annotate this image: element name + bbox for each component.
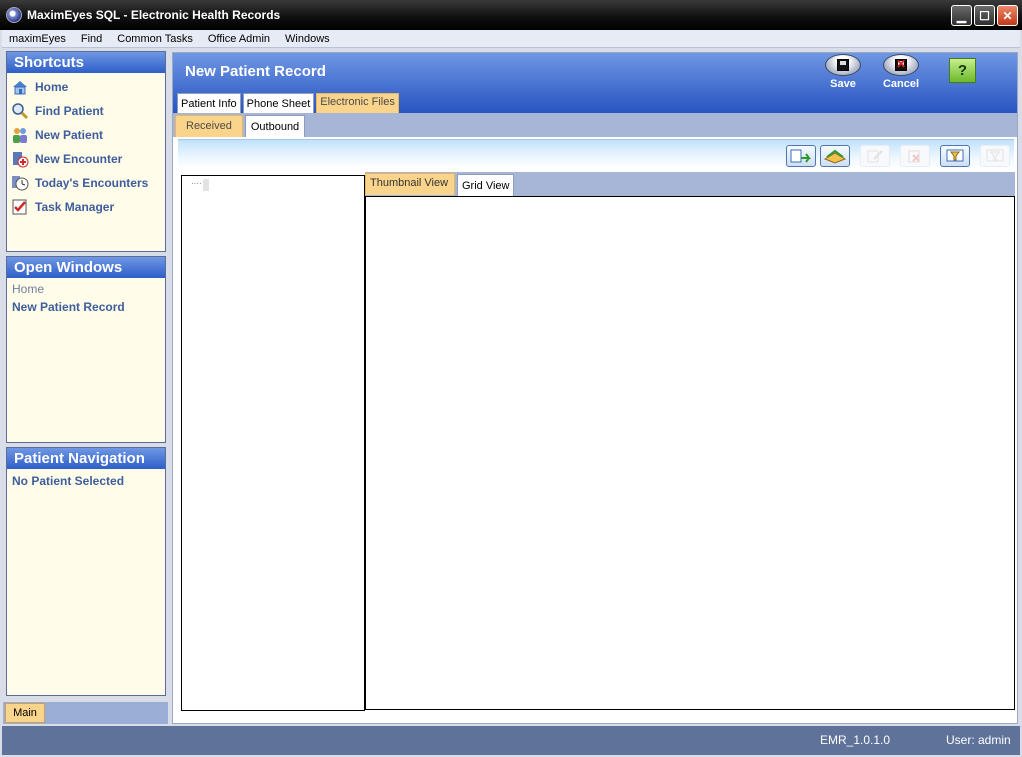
open-window-new-patient-record[interactable]: New Patient Record xyxy=(7,298,165,316)
shortcut-task-manager[interactable]: Task Manager xyxy=(7,195,165,219)
tab-patient-info[interactable]: Patient Info xyxy=(177,93,241,113)
menu-maximeyes[interactable]: maximEyes xyxy=(2,33,74,45)
clear-filter-icon xyxy=(986,149,1004,162)
shortcut-todays-encounters-label: Today's Encounters xyxy=(35,176,149,190)
help-button[interactable]: ? xyxy=(949,58,976,83)
menu-find[interactable]: Find xyxy=(74,33,110,45)
open-windows-panel: Open Windows Home New Patient Record xyxy=(6,256,166,443)
menu-bar: maximEyes Find Common Tasks Office Admin… xyxy=(2,30,1020,48)
scanner-icon xyxy=(823,149,847,164)
tab-phone-sheet[interactable]: Phone Sheet xyxy=(242,93,315,113)
house-icon xyxy=(11,78,29,96)
status-bar: EMR_1.0.1.0 User: admin xyxy=(2,726,1020,755)
shortcut-home[interactable]: Home xyxy=(7,75,165,99)
tab-grid-view[interactable]: Grid View xyxy=(457,174,515,196)
shortcut-home-label: Home xyxy=(35,80,69,94)
tab-outbound[interactable]: Outbound xyxy=(244,115,306,137)
shortcut-new-encounter-label: New Encounter xyxy=(35,152,123,166)
record-tabs: Patient Info Phone Sheet Electronic File… xyxy=(177,93,401,113)
open-windows-header: Open Windows xyxy=(7,257,165,278)
minimize-button[interactable]: ▁ xyxy=(951,5,972,26)
magnifier-icon xyxy=(11,102,29,120)
save-icon xyxy=(837,59,849,71)
menu-windows[interactable]: Windows xyxy=(278,33,338,45)
shortcut-new-patient-label: New Patient xyxy=(35,128,104,142)
filter-button[interactable] xyxy=(940,145,970,167)
window-title: MaximEyes SQL - Electronic Health Record… xyxy=(27,8,281,22)
tree-root-node[interactable]: ···· xyxy=(191,179,209,191)
encounter-icon xyxy=(11,150,29,168)
page-title: New Patient Record xyxy=(185,63,326,80)
new-patient-record-window: New Patient Record Save Cancel ? Patient… xyxy=(172,52,1018,724)
shortcuts-header: Shortcuts xyxy=(7,52,165,73)
cancel-icon xyxy=(895,57,907,71)
shortcut-find-patient-label: Find Patient xyxy=(35,104,104,118)
scan-button[interactable] xyxy=(820,145,850,167)
shortcut-todays-encounters[interactable]: Today's Encounters xyxy=(7,171,165,195)
import-file-icon xyxy=(790,149,811,163)
delete-file-button[interactable] xyxy=(900,145,930,167)
patient-navigation-panel: Patient Navigation No Patient Selected xyxy=(6,447,166,696)
user-label: User: admin xyxy=(946,733,1011,747)
file-tree[interactable]: ···· xyxy=(181,175,365,711)
cancel-button[interactable]: Cancel xyxy=(879,53,923,90)
shortcut-task-manager-label: Task Manager xyxy=(35,200,115,214)
title-bar: MaximEyes SQL - Electronic Health Record… xyxy=(0,0,1022,30)
tab-main[interactable]: Main xyxy=(5,703,45,723)
file-subtabs: Received Outbound xyxy=(175,115,307,137)
patient-navigation-header: Patient Navigation xyxy=(7,448,165,469)
save-button[interactable]: Save xyxy=(821,53,865,90)
menu-common-tasks[interactable]: Common Tasks xyxy=(110,33,201,45)
delete-icon xyxy=(908,150,920,163)
maximize-button[interactable]: ☐ xyxy=(974,5,995,26)
view-tabs: Thumbnail View Grid View xyxy=(365,172,1015,196)
tab-thumbnail-view[interactable]: Thumbnail View xyxy=(365,173,455,195)
checklist-icon xyxy=(11,198,29,216)
tab-electronic-files[interactable]: Electronic Files xyxy=(316,93,399,113)
version-label: EMR_1.0.1.0 xyxy=(820,733,891,747)
clock-icon xyxy=(11,174,29,192)
tab-received[interactable]: Received xyxy=(175,115,243,137)
import-file-button[interactable] xyxy=(786,145,816,167)
cancel-label: Cancel xyxy=(882,78,920,90)
edit-file-button[interactable] xyxy=(860,145,890,167)
files-toolbar xyxy=(178,139,1014,169)
clear-filter-button[interactable] xyxy=(980,145,1010,167)
edit-icon xyxy=(867,150,883,163)
open-window-home[interactable]: Home xyxy=(7,280,165,298)
shortcut-find-patient[interactable]: Find Patient xyxy=(7,99,165,123)
thumbnail-view-area[interactable] xyxy=(365,196,1015,710)
close-button[interactable]: ✕ xyxy=(997,5,1018,26)
save-label: Save xyxy=(830,78,856,90)
app-icon[interactable] xyxy=(6,7,22,23)
shortcuts-panel: Shortcuts Home Find Patient New Patient … xyxy=(6,51,166,252)
people-icon xyxy=(11,126,29,144)
no-patient-selected: No Patient Selected xyxy=(12,474,125,488)
filter-icon xyxy=(946,149,964,162)
menu-office-admin[interactable]: Office Admin xyxy=(201,33,278,45)
shortcut-new-patient[interactable]: New Patient xyxy=(7,123,165,147)
shortcut-new-encounter[interactable]: New Encounter xyxy=(7,147,165,171)
left-panel-tabs: Main xyxy=(3,702,168,724)
